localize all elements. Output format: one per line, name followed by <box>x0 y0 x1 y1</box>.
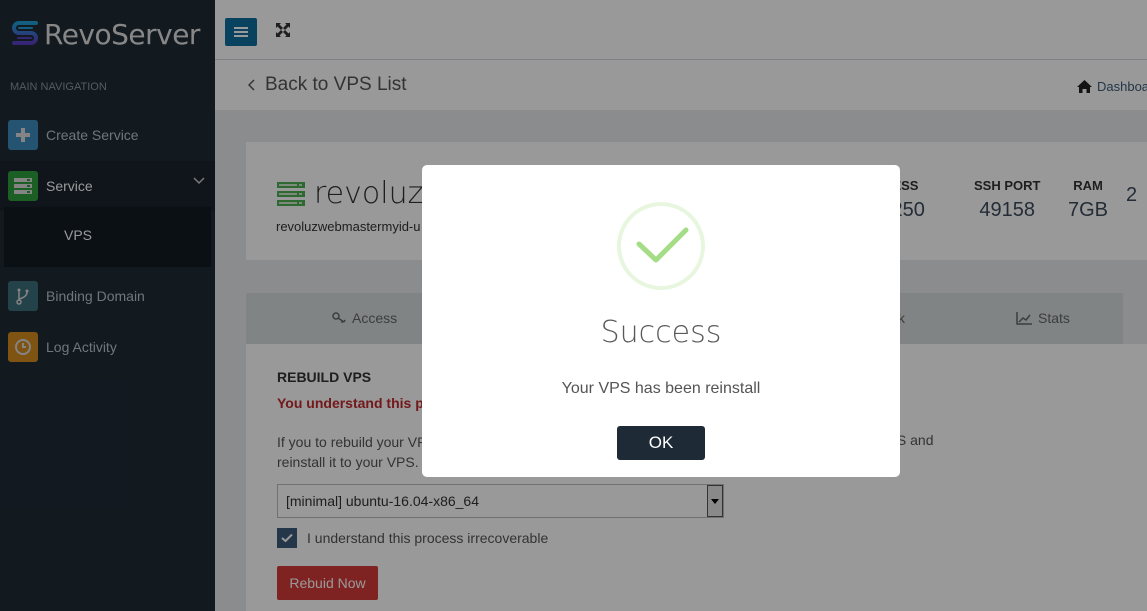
success-dialog: Success Your VPS has been reinstall OK <box>422 165 900 477</box>
ok-button[interactable]: OK <box>617 426 705 460</box>
dialog-message: Your VPS has been reinstall <box>561 380 761 397</box>
dialog-title: Success <box>600 315 722 350</box>
success-check-icon <box>617 202 705 290</box>
